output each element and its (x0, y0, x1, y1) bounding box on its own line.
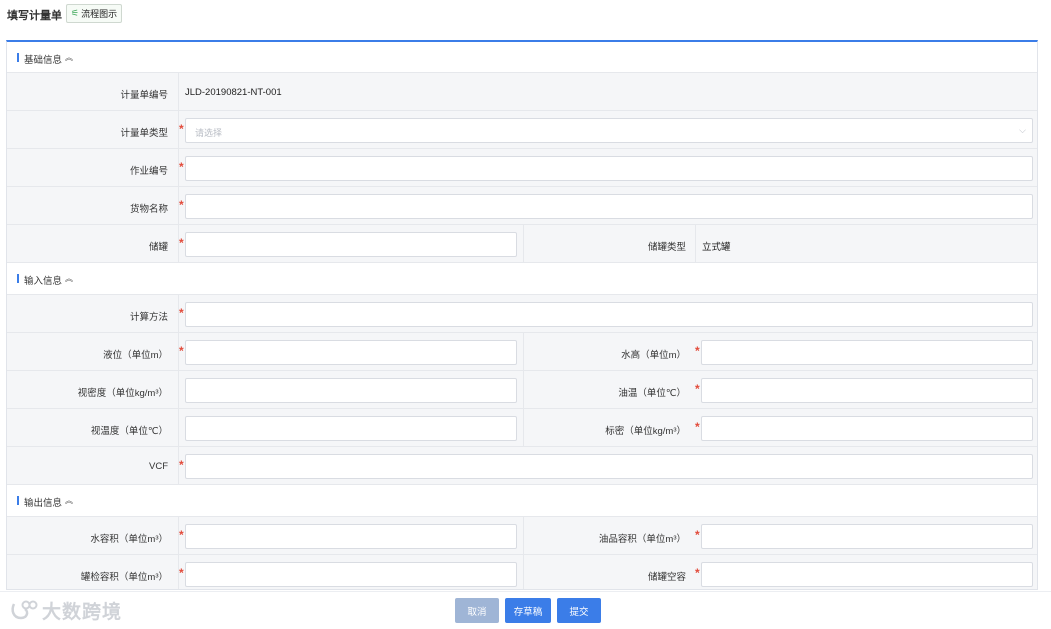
section-header-basic[interactable]: 基础信息 ︽ (7, 42, 1037, 73)
meter-type-placeholder: 请选择 (195, 128, 223, 138)
tank-empty-label: 储罐空容 (647, 572, 686, 583)
divider (178, 73, 179, 111)
meter-no-value: JLD-20190821-NT-001 (185, 87, 282, 98)
oil-temp-input[interactable] (701, 378, 1033, 403)
goods-name-label: 货物名称 (129, 204, 168, 215)
form-row-goods: 货物名称 * (7, 187, 1037, 225)
std-density-label: 标密（单位kg/m³） (605, 426, 686, 437)
save-draft-button[interactable]: 存草稿 (505, 598, 551, 623)
oil-volume-label: 油品容积（单位m³） (598, 534, 686, 545)
flow-diagram-label: 流程图示 (81, 9, 118, 19)
watermark-logo-icon (11, 600, 38, 619)
form-row-meter-type: 计量单类型 * 请选择 ⌵ (7, 111, 1037, 149)
required-mark: * (695, 420, 700, 434)
divider (523, 371, 524, 409)
required-mark: * (695, 344, 700, 358)
meter-type-select[interactable]: 请选择 ⌵ (185, 118, 1033, 143)
tank-input[interactable] (185, 232, 517, 257)
required-mark: * (695, 382, 700, 396)
required-mark: * (179, 344, 184, 358)
required-mark: * (179, 122, 184, 136)
vcf-input[interactable] (185, 454, 1033, 479)
apparent-temp-input[interactable] (185, 416, 517, 441)
required-mark: * (695, 566, 700, 580)
tank-type-value: 立式罐 (702, 242, 731, 253)
water-volume-input[interactable] (185, 524, 517, 549)
page-title: 填写计量单 (7, 10, 62, 22)
job-no-label: 作业编号 (129, 166, 168, 177)
level-input[interactable] (185, 340, 517, 365)
form-row-meter-no: 计量单编号 JLD-20190821-NT-001 (7, 73, 1037, 111)
section-title-basic: 基础信息 (24, 55, 63, 66)
section-header-input[interactable]: 输入信息 ︽ (7, 263, 1037, 295)
watermark: 大数跨境 (10, 597, 122, 624)
section-marker (17, 274, 19, 283)
submit-button[interactable]: 提交 (557, 598, 601, 623)
form-panel: 基础信息 ︽ 计量单编号 JLD-20190821-NT-001 计量单类型 *… (6, 40, 1038, 590)
flow-chart-icon: ⚟ (71, 8, 80, 18)
apparent-density-input[interactable] (185, 378, 517, 403)
required-mark: * (179, 528, 184, 542)
apparent-density-label: 视密度（单位kg/m³） (77, 388, 168, 399)
section-header-output[interactable]: 输出信息 ︽ (7, 485, 1037, 517)
action-bar: 取消 存草稿 提交 (0, 591, 1051, 629)
water-height-label: 水高（单位m） (621, 350, 686, 361)
meter-no-label: 计量单编号 (120, 90, 168, 101)
required-mark: * (179, 198, 184, 212)
chevron-up-icon[interactable]: ︽ (65, 52, 73, 63)
level-label: 液位（单位m） (103, 350, 168, 361)
chevron-up-icon[interactable]: ︽ (65, 273, 73, 284)
section-title-output: 输出信息 (24, 498, 63, 509)
flow-diagram-button[interactable]: ⚟ 流程图示 (66, 4, 123, 23)
divider (178, 371, 179, 409)
divider (523, 517, 524, 555)
form-row-density: 视密度（单位kg/m³） 油温（单位℃） * (7, 371, 1037, 409)
calc-method-input[interactable] (185, 302, 1033, 327)
goods-name-input[interactable] (185, 194, 1033, 219)
divider (523, 409, 524, 447)
meter-type-label: 计量单类型 (120, 128, 168, 139)
required-mark: * (179, 236, 184, 250)
section-marker (17, 496, 19, 505)
required-mark: * (179, 160, 184, 174)
form-row-vcf: VCF * (7, 447, 1037, 485)
apparent-temp-label: 视温度（单位℃） (90, 426, 168, 437)
form-row-tank: 储罐 * 储罐类型 立式罐 (7, 225, 1037, 263)
tank-empty-input[interactable] (701, 562, 1033, 587)
water-volume-label: 水容积（单位m³） (90, 534, 168, 545)
required-mark: * (179, 458, 184, 472)
water-height-input[interactable] (701, 340, 1033, 365)
section-title-input: 输入信息 (24, 276, 63, 287)
page-header: 填写计量单 ⚟ 流程图示 (0, 0, 1051, 34)
divider (695, 225, 696, 263)
tank-type-label: 储罐类型 (647, 242, 686, 253)
divider (523, 555, 524, 589)
form-row-job-no: 作业编号 * (7, 149, 1037, 187)
section-marker (17, 53, 19, 62)
required-mark: * (695, 528, 700, 542)
tank-check-volume-label: 罐检容积（单位m³） (80, 572, 168, 583)
form-row-volume: 水容积（单位m³） * 油品容积（单位m³） * (7, 517, 1037, 555)
divider (523, 225, 524, 263)
tank-check-volume-input[interactable] (185, 562, 517, 587)
form-row-calc-method: 计算方法 * (7, 295, 1037, 333)
divider (178, 409, 179, 447)
watermark-text: 大数跨境 (42, 602, 123, 623)
form-row-temp: 视温度（单位℃） 标密（单位kg/m³） * (7, 409, 1037, 447)
form-row-tank-volume: 罐检容积（单位m³） * 储罐空容 * (7, 555, 1037, 589)
tank-label: 储罐 (148, 242, 168, 253)
required-mark: * (179, 306, 184, 320)
chevron-down-icon: ⌵ (1019, 125, 1026, 135)
job-no-input[interactable] (185, 156, 1033, 181)
divider (523, 333, 524, 371)
std-density-input[interactable] (701, 416, 1033, 441)
calc-method-label: 计算方法 (129, 312, 168, 323)
cancel-button[interactable]: 取消 (455, 598, 499, 623)
chevron-up-icon[interactable]: ︽ (65, 495, 73, 506)
oil-volume-input[interactable] (701, 524, 1033, 549)
required-mark: * (179, 566, 184, 580)
form-row-level: 液位（单位m） * 水高（单位m） * (7, 333, 1037, 371)
vcf-label: VCF (149, 461, 168, 472)
oil-temp-label: 油温（单位℃） (618, 388, 686, 399)
